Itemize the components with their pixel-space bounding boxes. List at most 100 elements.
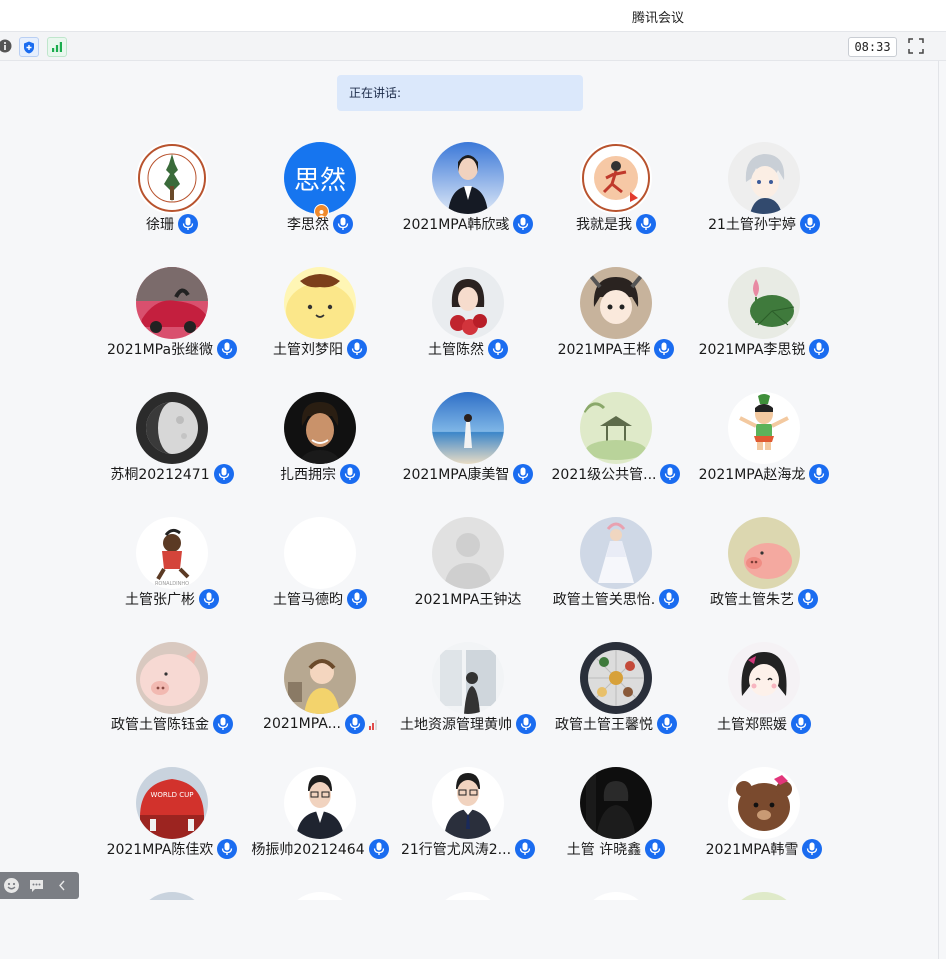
microphone-icon[interactable] <box>809 464 830 484</box>
microphone-icon[interactable] <box>799 214 820 234</box>
participant-tile[interactable]: 扎西拥宗 <box>246 384 394 509</box>
avatar <box>136 642 208 714</box>
avatar-partial: WORLD CUP <box>136 892 208 900</box>
participant-name: 2021MPA康美智 <box>402 467 510 483</box>
participant-tile[interactable]: 2021MPA韩雪 <box>690 759 838 884</box>
microphone-icon[interactable] <box>809 339 830 359</box>
avatar <box>432 142 504 214</box>
avatar <box>284 767 356 839</box>
avatar <box>432 392 504 464</box>
participant-name-line: 2021MPA李思锐 <box>670 337 858 361</box>
participant-name: 2021MPA王桦 <box>557 342 651 358</box>
microphone-icon[interactable] <box>199 589 219 609</box>
participant-tile[interactable]: RONALDINHO 土管张广彬 <box>98 509 246 634</box>
avatar <box>136 392 208 464</box>
participant-tile[interactable]: 土管 许晓鑫 <box>542 759 690 884</box>
participant-name: 2021级公共管... <box>551 467 657 483</box>
participant-tile[interactable]: WORLD CUP 2021MPA陈佳欢 <box>98 759 246 884</box>
participant-name: 土管张广彬 <box>125 592 195 608</box>
avatar <box>136 142 208 214</box>
participant-tile[interactable]: 2021MPA... <box>246 634 394 759</box>
svg-text:WORLD CUP: WORLD CUP <box>150 791 193 799</box>
participant-tile[interactable]: 2021级公共管... <box>542 384 690 509</box>
info-icon[interactable] <box>0 37 14 55</box>
participant-tile[interactable]: 我就是我 <box>542 134 690 259</box>
avatar <box>432 267 504 339</box>
participant-tile[interactable]: 土地资源管理黄帅 <box>394 634 542 759</box>
collapse-chevron-icon[interactable] <box>54 877 71 894</box>
participant-name: 我就是我 <box>576 217 632 233</box>
participant-name: 土管马德昀 <box>273 592 343 608</box>
microphone-icon[interactable] <box>636 214 656 234</box>
participant-tile[interactable]: 政管土管关思怡. <box>542 509 690 634</box>
participant-name: 土管郑熙媛 <box>717 717 787 733</box>
participant-tile[interactable]: 苏桐20212471 <box>98 384 246 509</box>
microphone-icon[interactable] <box>333 214 353 234</box>
emoji-reaction-icon[interactable] <box>3 877 20 894</box>
participant-name: 政管土管王馨悦 <box>555 717 653 733</box>
security-shield-icon[interactable] <box>19 37 39 57</box>
participant-tile[interactable]: 21行管尤风涛2... <box>394 759 542 884</box>
participant-tile[interactable]: 徐珊 <box>98 134 246 259</box>
participant-tile[interactable]: 土管郑熙媛 <box>690 634 838 759</box>
avatar <box>728 392 800 464</box>
participant-tile[interactable]: 思然 李思然 <box>246 134 394 259</box>
network-signal-icon[interactable] <box>47 37 67 57</box>
participant-tile[interactable]: 杨振帅20212464 <box>246 759 394 884</box>
participant-name: 21行管尤风涛2... <box>400 842 512 858</box>
avatar <box>284 642 356 714</box>
participant-name: 苏桐20212471 <box>110 467 210 483</box>
participant-tile[interactable]: 2021MPA王钟达 <box>394 509 542 634</box>
participant-tile[interactable]: 2021MPa张继微 <box>98 259 246 384</box>
microphone-icon[interactable] <box>340 464 360 484</box>
microphone-icon[interactable] <box>645 839 666 859</box>
participant-name: 徐珊 <box>146 217 174 233</box>
microphone-icon[interactable] <box>791 714 811 734</box>
microphone-icon[interactable] <box>347 339 367 359</box>
participant-tile[interactable]: 2021MPA韩欣彧 <box>394 134 542 259</box>
participant-tile[interactable]: 土管刘梦阳 <box>246 259 394 384</box>
participant-tile[interactable]: 土管马德昀 <box>246 509 394 634</box>
avatar <box>728 767 800 839</box>
avatar <box>580 517 652 589</box>
microphone-icon[interactable] <box>178 214 198 234</box>
avatar <box>580 267 652 339</box>
participant-tile[interactable]: 政管土管陈钰金 <box>98 634 246 759</box>
avatar <box>284 517 356 589</box>
microphone-icon[interactable] <box>488 339 508 359</box>
avatar: RONALDINHO <box>136 517 208 589</box>
participant-tile[interactable]: 2021MPA康美智 <box>394 384 542 509</box>
participant-name: 土管 许晓鑫 <box>566 842 642 858</box>
avatar <box>284 267 356 339</box>
microphone-icon[interactable] <box>802 839 823 859</box>
participant-tile[interactable]: 2021MPA赵海龙 <box>690 384 838 509</box>
participant-name: 2021MPA陈佳欢 <box>106 842 214 858</box>
avatar <box>728 142 800 214</box>
avatar <box>432 517 504 589</box>
avatar <box>728 517 800 589</box>
participant-tile[interactable]: 政管土管朱艺 <box>690 509 838 634</box>
participant-name-line: 2021MPA韩雪 <box>670 837 858 861</box>
participant-tile[interactable]: 土管陈然 <box>394 259 542 384</box>
participant-tile[interactable]: 2021MPA王桦 <box>542 259 690 384</box>
speaking-banner: 正在讲话: <box>337 75 583 111</box>
meeting-timer: 08:33 <box>848 37 897 57</box>
avatar <box>580 142 652 214</box>
microphone-icon[interactable] <box>347 589 367 609</box>
scroll-edge <box>938 61 939 959</box>
meeting-toolbar: 08:33 <box>0 32 946 61</box>
participant-name-line: 土管郑熙媛 <box>670 712 858 736</box>
avatar-partial <box>284 892 356 900</box>
chat-bubble-icon[interactable] <box>28 877 45 894</box>
microphone-icon[interactable] <box>798 589 818 609</box>
avatar-initials: 思然 <box>293 165 346 196</box>
participant-name: 政管土管关思怡. <box>552 592 656 608</box>
participant-tile[interactable]: 21土管孙宇婷 <box>690 134 838 259</box>
fullscreen-icon[interactable] <box>907 37 925 55</box>
participant-tile[interactable]: 2021MPA李思锐 <box>690 259 838 384</box>
microphone-icon[interactable] <box>344 714 365 734</box>
participant-tile[interactable]: 政管土管王馨悦 <box>542 634 690 759</box>
avatar <box>580 392 652 464</box>
avatar: WORLD CUP <box>136 767 208 839</box>
participant-name: 2021MPA韩雪 <box>705 842 799 858</box>
